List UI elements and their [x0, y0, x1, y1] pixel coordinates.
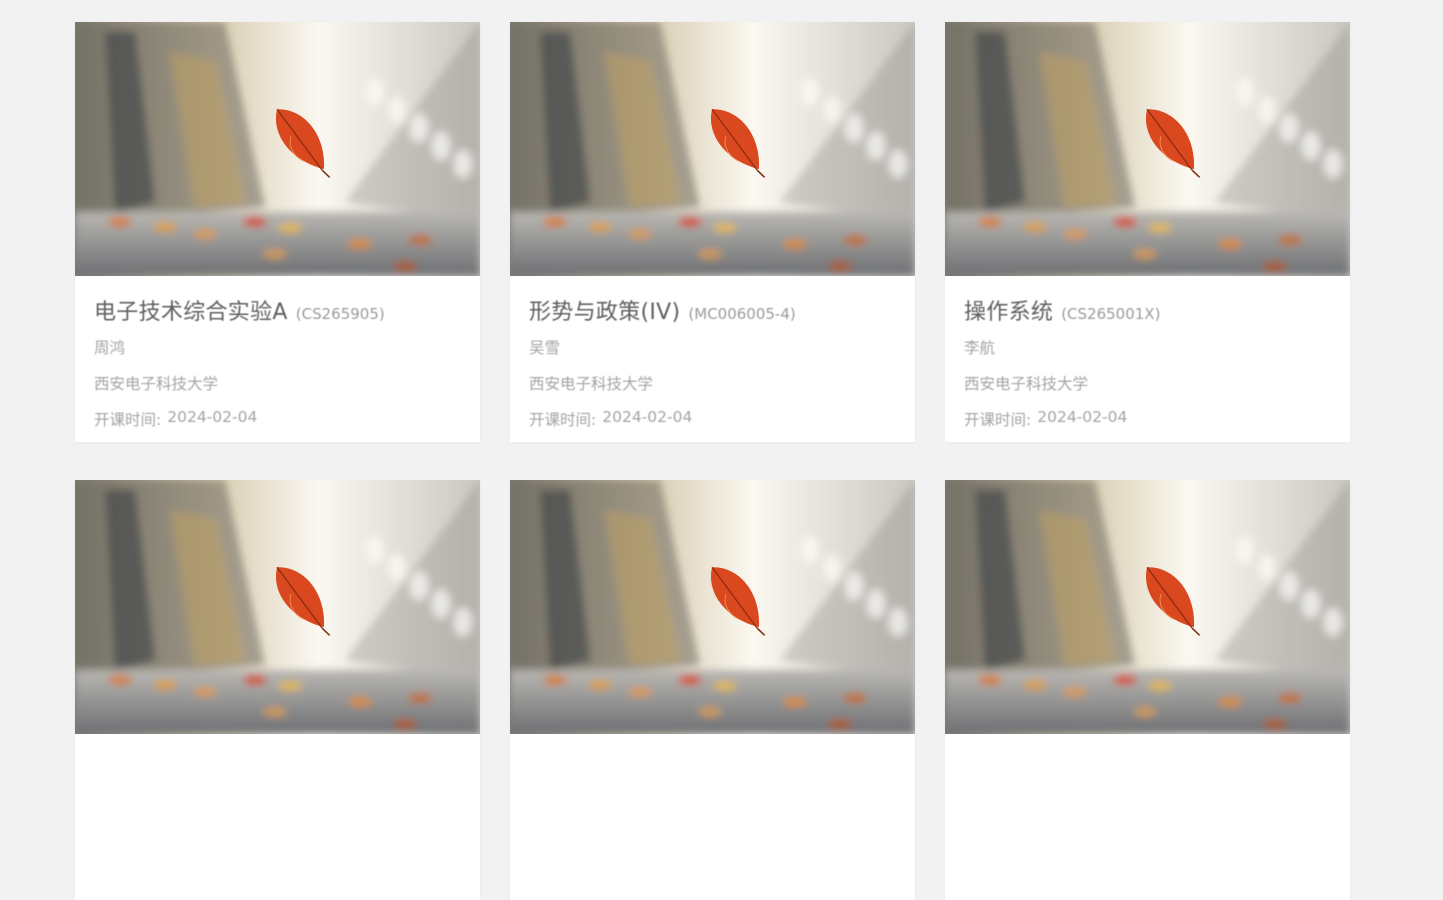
autumn-leaf-cover-icon: [510, 480, 915, 734]
course-code: (CS265905): [295, 305, 385, 323]
course-cover-image[interactable]: [510, 22, 915, 276]
course-card[interactable]: 形势与政策(IV) (MC006005-4) 吴雪 西安电子科技大学 开课时间:…: [510, 22, 915, 442]
course-name[interactable]: 形势与政策(IV): [529, 294, 680, 326]
course-code: (MC006005-4): [688, 305, 796, 323]
course-card[interactable]: 电子技术综合实验A (CS265905) 周鸿 西安电子科技大学 开课时间: 2…: [75, 22, 480, 442]
course-info: 操作系统 (CS265001X) 李航 西安电子科技大学 开课时间: 2024-…: [945, 276, 1350, 442]
course-info: 形势与政策(IV) (MC006005-4) 吴雪 西安电子科技大学 开课时间:…: [510, 276, 915, 442]
autumn-leaf-cover-icon: [75, 22, 480, 276]
course-info: [945, 734, 1350, 900]
course-cover-image[interactable]: [945, 480, 1350, 734]
course-cover-image[interactable]: [945, 22, 1350, 276]
course-school: 西安电子科技大学: [94, 375, 219, 393]
autumn-leaf-cover-icon: [945, 22, 1350, 276]
course-school: 西安电子科技大学: [529, 375, 654, 393]
course-teacher: 吴雪: [529, 339, 561, 357]
course-code: (CS265001X): [1061, 305, 1161, 323]
autumn-leaf-cover-icon: [945, 480, 1350, 734]
start-date-label: 开课时间:: [529, 411, 597, 429]
course-info: [75, 734, 480, 900]
course-card[interactable]: [945, 480, 1350, 900]
course-school: 西安电子科技大学: [964, 375, 1089, 393]
course-card[interactable]: [75, 480, 480, 900]
course-card[interactable]: 操作系统 (CS265001X) 李航 西安电子科技大学 开课时间: 2024-…: [945, 22, 1350, 442]
course-start-date: 开课时间: 2024-02-04: [529, 408, 896, 430]
course-start-date: 开课时间: 2024-02-04: [94, 408, 461, 430]
course-name[interactable]: 电子技术综合实验A: [94, 294, 288, 326]
start-date-value: 2024-02-04: [602, 408, 693, 426]
course-info: 电子技术综合实验A (CS265905) 周鸿 西安电子科技大学 开课时间: 2…: [75, 276, 480, 442]
course-teacher: 周鸿: [94, 339, 126, 357]
course-start-date: 开课时间: 2024-02-04: [964, 408, 1331, 430]
course-cover-image[interactable]: [510, 480, 915, 734]
course-info: [510, 734, 915, 900]
course-name[interactable]: 操作系统: [964, 294, 1053, 326]
autumn-leaf-cover-icon: [510, 22, 915, 276]
start-date-value: 2024-02-04: [1037, 408, 1128, 426]
course-grid: 电子技术综合实验A (CS265905) 周鸿 西安电子科技大学 开课时间: 2…: [75, 22, 1350, 900]
course-title-line: 电子技术综合实验A (CS265905): [94, 294, 461, 326]
course-title-line: 形势与政策(IV) (MC006005-4): [529, 294, 896, 326]
course-cover-image[interactable]: [75, 22, 480, 276]
course-cover-image[interactable]: [75, 480, 480, 734]
start-date-label: 开课时间:: [964, 411, 1032, 429]
autumn-leaf-cover-icon: [75, 480, 480, 734]
course-card[interactable]: [510, 480, 915, 900]
start-date-label: 开课时间:: [94, 411, 162, 429]
course-title-line: 操作系统 (CS265001X): [964, 294, 1331, 326]
start-date-value: 2024-02-04: [167, 408, 258, 426]
course-teacher: 李航: [964, 339, 996, 357]
